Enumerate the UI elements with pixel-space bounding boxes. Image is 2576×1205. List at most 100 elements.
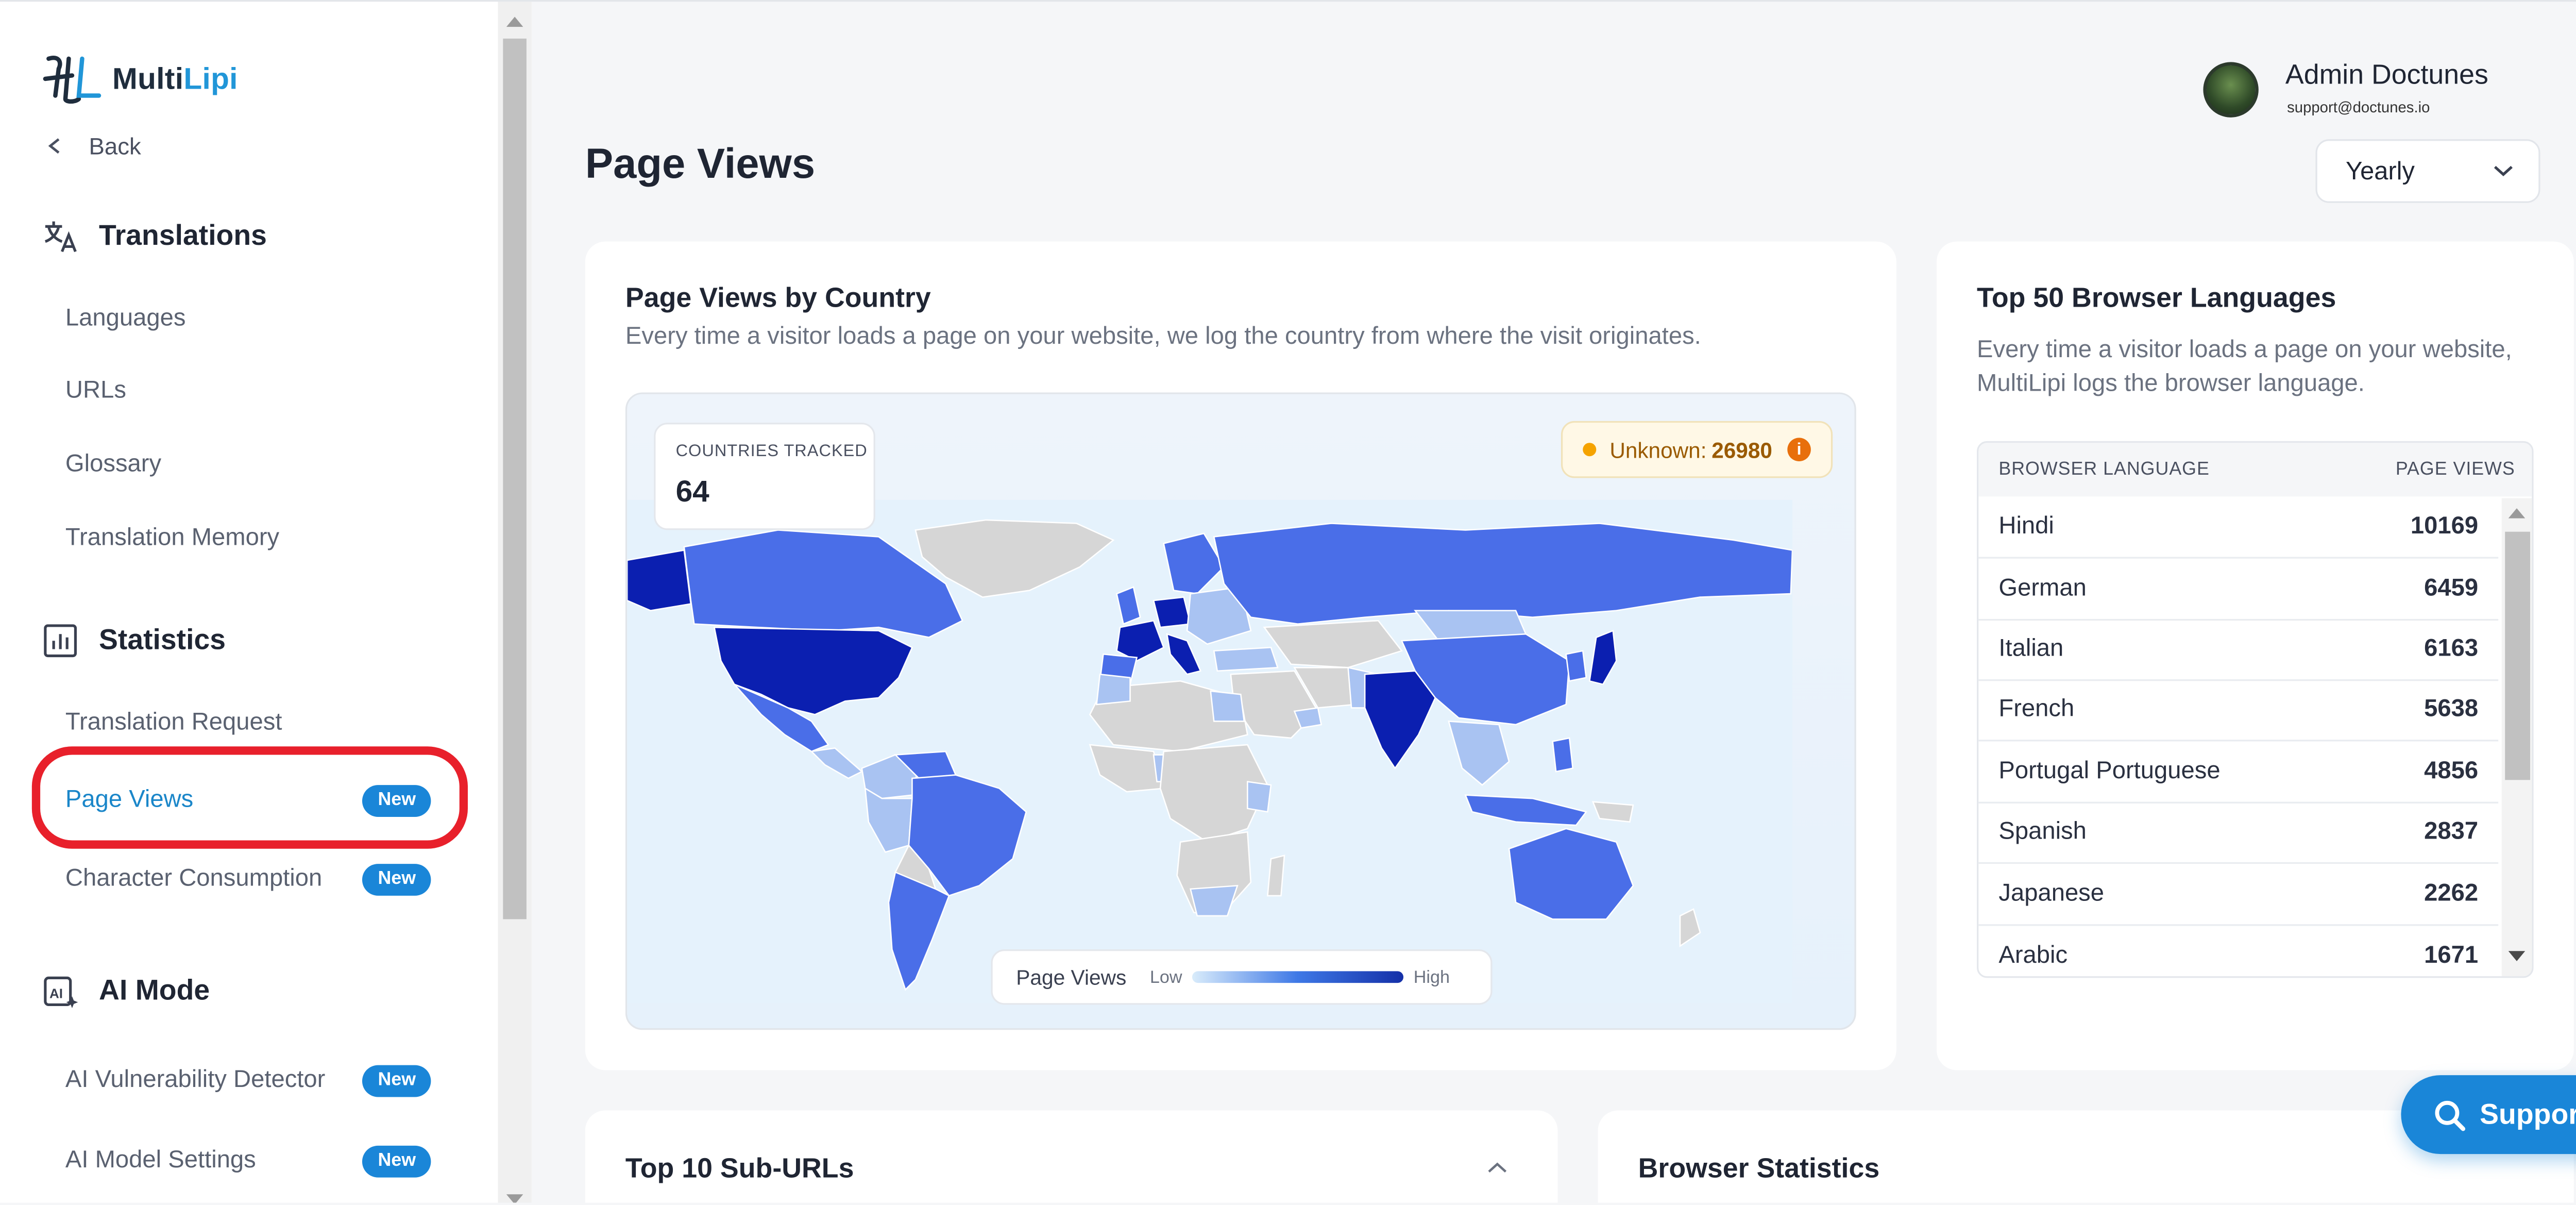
sidebar-item-ai-model-settings[interactable]: AI Model Settings New (65, 1142, 431, 1179)
cell-views: 2262 (2424, 880, 2479, 908)
table-row[interactable]: German 6459 (1978, 559, 2499, 621)
chevron-up-icon[interactable] (1487, 1161, 1507, 1174)
table-row[interactable]: Spanish 2837 (1978, 802, 2499, 864)
support-button[interactable]: Support (2401, 1075, 2576, 1154)
table-header: BROWSER LANGUAGE PAGE VIEWS (1978, 443, 2532, 497)
table-row[interactable]: Hindi 10169 (1978, 496, 2499, 559)
period-select-value: Yearly (2346, 157, 2415, 186)
country-kenya (1247, 781, 1272, 813)
scroll-up-arrow-icon[interactable] (2508, 508, 2526, 518)
user-email: support@doctunes.io (2287, 99, 2430, 116)
world-map-panel[interactable]: COUNTRIES TRACKED 64 Unknown: 26980 i Pa… (625, 392, 1856, 1030)
table-scrollbar-thumb[interactable] (2505, 531, 2531, 780)
cell-language: French (1998, 696, 2075, 723)
sidebar-item-languages[interactable]: Languages (65, 300, 431, 338)
legend-high-label: High (1413, 967, 1450, 988)
period-select[interactable]: Yearly (2315, 139, 2540, 203)
sidebar-item-label: Translation Request (65, 709, 282, 737)
sidebar-item-translation-memory[interactable]: Translation Memory (65, 520, 431, 557)
table-row[interactable]: French 5638 (1978, 679, 2499, 742)
country-france (1116, 620, 1165, 662)
avatar[interactable] (2203, 62, 2259, 118)
country-indonesia (1464, 794, 1587, 826)
country-japan (1588, 629, 1617, 685)
chevron-left-icon (48, 138, 60, 154)
countries-tracked-value: 64 (675, 475, 709, 509)
country-south-africa (1190, 884, 1239, 917)
scroll-down-arrow-icon[interactable] (506, 1194, 523, 1203)
scroll-up-arrow-icon[interactable] (506, 16, 523, 27)
country-southeast-asia (1448, 721, 1510, 786)
sidebar-item-page-views[interactable]: Page Views New (65, 782, 431, 819)
support-button-label: Support (2480, 1098, 2576, 1130)
map-legend: Page Views Low High (991, 949, 1493, 1005)
cell-views: 10169 (2410, 513, 2479, 540)
legend-title: Page Views (1016, 965, 1127, 989)
cell-language: German (1998, 575, 2087, 602)
section-ai-mode: AI AI Mode (42, 973, 210, 1010)
sidebar-item-character-consumption[interactable]: Character Consumption New (65, 861, 431, 898)
languages-card-title: Top 50 Browser Languages (1977, 283, 2336, 314)
cell-views: 5638 (2424, 696, 2479, 723)
new-badge: New (363, 1064, 431, 1096)
sidebar-item-glossary[interactable]: Glossary (65, 446, 431, 483)
country-madagascar (1266, 855, 1285, 897)
country-italy (1166, 633, 1202, 675)
cell-views: 1671 (2424, 942, 2479, 969)
country-uk-ireland (1115, 586, 1141, 625)
section-ai-mode-label: AI Mode (99, 974, 210, 1007)
country-central-america (810, 747, 863, 779)
sidebar: MultiLipi Back Translations Languages UR… (0, 2, 498, 1203)
back-label: Back (89, 132, 141, 160)
country-new-zealand (1679, 908, 1701, 947)
bar-chart-icon (44, 624, 77, 658)
table-row[interactable]: Japanese 2262 (1978, 864, 2499, 926)
cell-views: 6459 (2424, 575, 2479, 602)
sidebar-item-urls[interactable]: URLs (65, 372, 431, 409)
world-map[interactable] (627, 500, 1793, 1003)
country-australia (1508, 828, 1634, 920)
status-dot-icon (1583, 443, 1597, 457)
cell-language: Portugal Portuguese (1998, 758, 2221, 785)
country-turkey (1213, 646, 1279, 672)
cell-language: Japanese (1998, 880, 2105, 908)
country-kazakhstan (1263, 620, 1403, 668)
scroll-down-arrow-icon[interactable] (2508, 951, 2526, 961)
country-card-title: Page Views by Country (625, 283, 931, 314)
sidebar-item-label: AI Vulnerability Detector (65, 1066, 326, 1094)
info-icon[interactable]: i (1787, 438, 1811, 461)
sidebar-item-label: AI Model Settings (65, 1147, 256, 1175)
user-name: Admin Doctunes (2285, 60, 2488, 91)
legend-low-label: Low (1149, 967, 1182, 988)
chevron-down-icon (2494, 165, 2513, 176)
countries-tracked-box: COUNTRIES TRACKED 64 (654, 423, 875, 530)
column-header-views[interactable]: PAGE VIEWS (2396, 460, 2515, 480)
sidebar-item-ai-vulnerability-detector[interactable]: AI Vulnerability Detector New (65, 1062, 431, 1099)
table-row[interactable]: Portugal Portuguese 4856 (1978, 741, 2499, 804)
cell-views: 2837 (2424, 818, 2479, 846)
sidebar-item-label: Translation Memory (65, 525, 280, 552)
table-row[interactable]: Italian 6163 (1978, 619, 2499, 681)
sidebar-scrollbar-thumb[interactable] (503, 38, 527, 919)
languages-table: BROWSER LANGUAGE PAGE VIEWS Hindi 10169 G… (1977, 441, 2534, 978)
country-usa (713, 626, 913, 715)
column-header-language[interactable]: BROWSER LANGUAGE (1998, 460, 2210, 480)
cell-views: 4856 (2424, 758, 2479, 785)
cell-language: Italian (1998, 635, 2064, 663)
section-statistics: Statistics (42, 622, 226, 659)
table-row[interactable]: Arabic 1671 (1978, 924, 2498, 976)
back-link[interactable]: Back (45, 132, 141, 159)
translate-icon (44, 221, 77, 253)
languages-card-description: Every time a visitor loads a page on you… (1977, 337, 2512, 398)
cell-language: Hindi (1998, 513, 2054, 540)
country-india (1364, 670, 1436, 769)
svg-text:AI: AI (49, 985, 63, 1001)
ai-sparkle-icon: AI (44, 976, 78, 1008)
country-egypt (1210, 690, 1245, 722)
new-badge: New (363, 784, 431, 816)
brand-logo[interactable]: MultiLipi (42, 52, 238, 106)
country-germany (1153, 596, 1192, 628)
sidebar-item-label: Languages (65, 305, 186, 332)
country-russia (1213, 523, 1793, 625)
sidebar-item-translation-request[interactable]: Translation Request (65, 705, 431, 742)
